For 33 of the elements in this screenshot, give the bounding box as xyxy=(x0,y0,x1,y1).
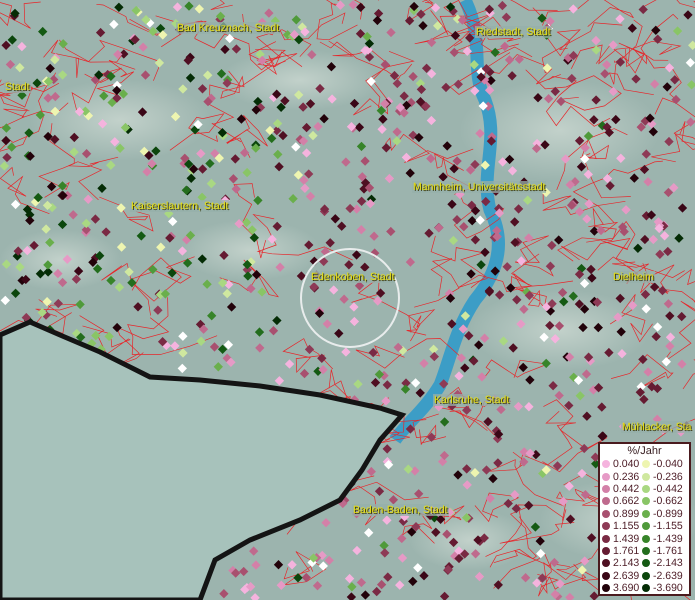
place-label: Stadt xyxy=(4,81,31,93)
legend-value: 0.899 xyxy=(613,508,640,520)
legend-value: -0.442 xyxy=(653,482,683,495)
place-label: Karlsruhe, Stadt xyxy=(433,394,510,406)
legend-value: 0.662 xyxy=(613,495,640,508)
legend-value: 1.761 xyxy=(613,544,640,557)
legend-value: -0.662 xyxy=(653,495,683,508)
legend-value: 3.690 xyxy=(613,582,640,594)
legend-value: 1.155 xyxy=(613,520,640,532)
legend-value: -2.143 xyxy=(653,557,683,570)
legend-value: -0.236 xyxy=(653,470,683,483)
place-label: Baden-Baden, Stadt xyxy=(352,504,449,516)
legend-value: -0.899 xyxy=(653,508,683,520)
legend-value: -1.761 xyxy=(653,544,683,557)
legend-value: -1.439 xyxy=(653,532,683,545)
legend-value: 2.639 xyxy=(613,570,640,582)
place-label: Mühlacker, Sta xyxy=(621,421,692,433)
place-label: Edenkoben, Stadt xyxy=(310,271,396,283)
legend-title: %/Jahr xyxy=(626,445,663,458)
legend-value: -3.690 xyxy=(653,582,683,594)
legend-value: 2.143 xyxy=(613,557,640,570)
place-label: Kaiserslautern, Stadt xyxy=(130,200,230,212)
legend-value: -2.639 xyxy=(653,570,683,582)
place-label: Dielheim xyxy=(612,271,655,283)
legend-value: -0.040 xyxy=(653,458,683,470)
legend-value: 0.040 xyxy=(613,458,640,470)
legend-value: 0.442 xyxy=(613,482,640,495)
place-label: Bad Kreuznach, Stadt xyxy=(176,22,280,34)
legend-value: 0.236 xyxy=(613,470,640,483)
legend-value: 1.439 xyxy=(613,532,640,545)
place-label: Mannheim, Universitätsstadt xyxy=(412,181,546,193)
legend-value: -1.155 xyxy=(653,520,683,532)
place-label: Riedstadt, Stadt xyxy=(475,26,552,38)
